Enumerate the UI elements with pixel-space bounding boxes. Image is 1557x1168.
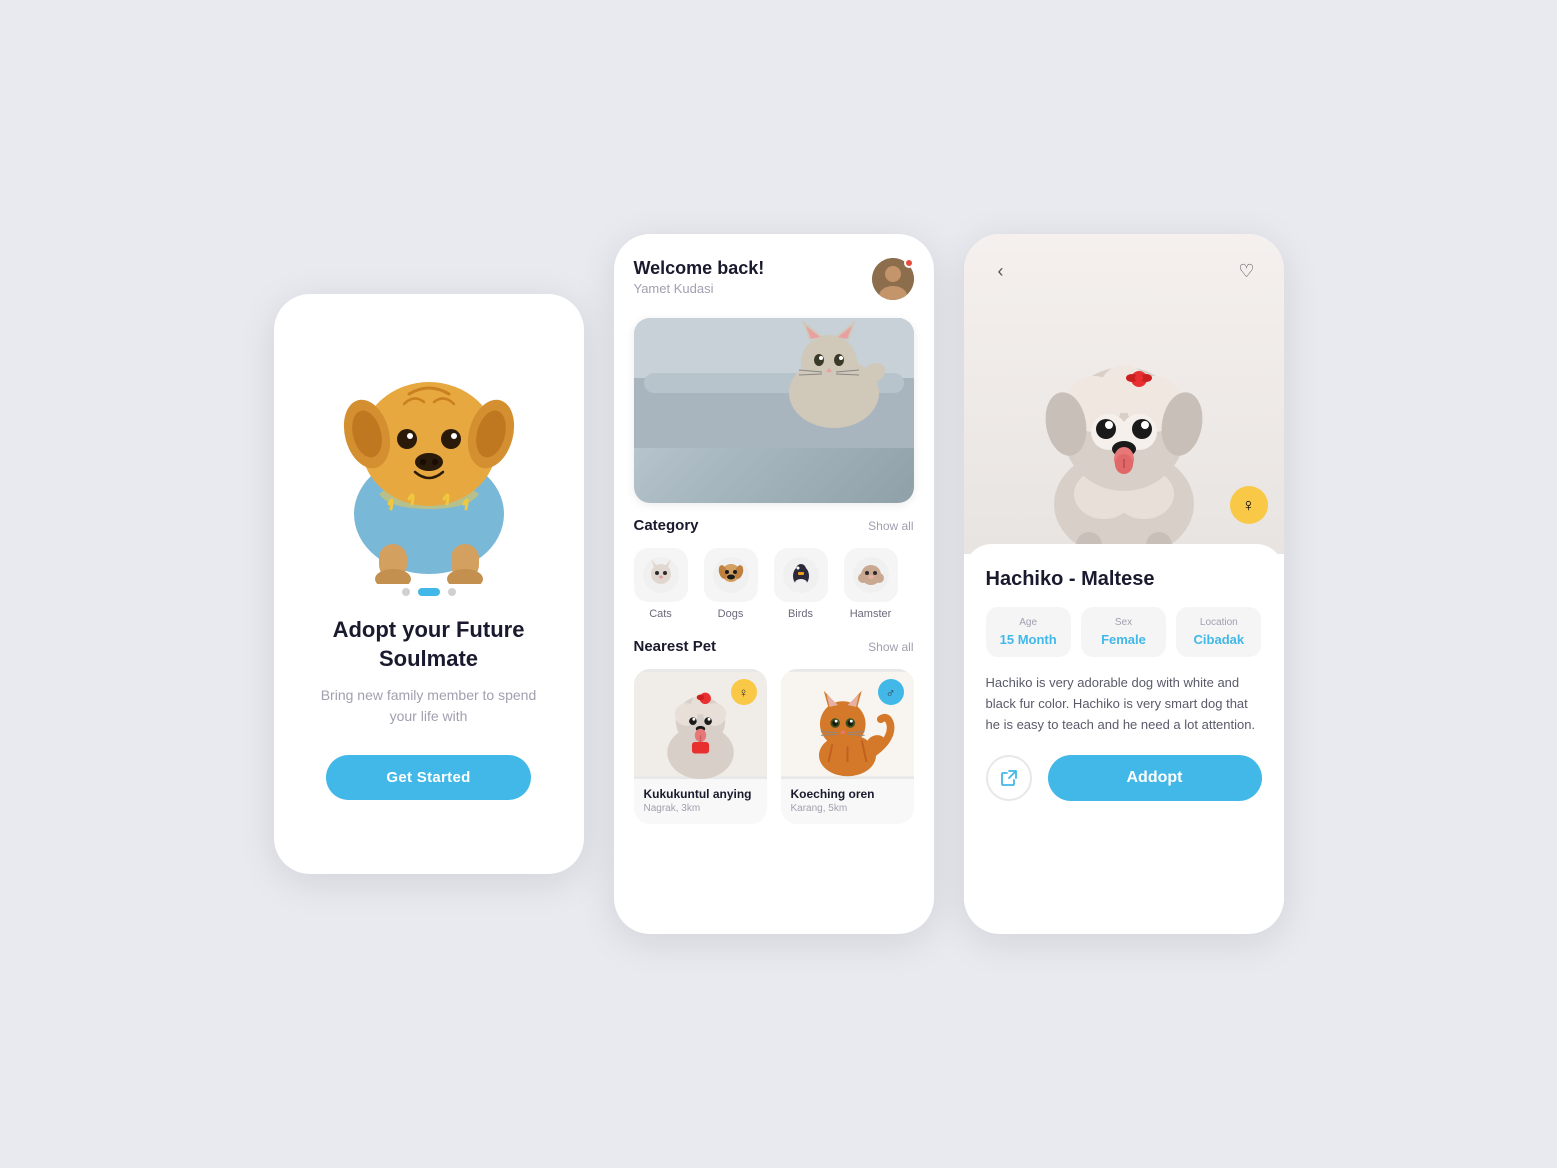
onboard-subtitle: Bring new family member to spend your li… (274, 685, 584, 727)
detail-description: Hachiko is very adorable dog with white … (986, 673, 1262, 735)
female-badge-detail: ♀ (1230, 486, 1268, 524)
location-value: Cibadak (1184, 632, 1253, 647)
category-show-all[interactable]: Show all (868, 519, 913, 533)
nearest-pet-1-location: Nagrak, 3km (644, 803, 757, 814)
category-birds[interactable]: Birds (774, 548, 828, 620)
stat-location: Location Cibadak (1176, 607, 1261, 657)
nearest-pet-1-image: ♀ (634, 669, 767, 779)
detail-stats-row: Age 15 Month Sex Female Location Cibadak (986, 607, 1262, 657)
favorite-button[interactable]: ♡ (1230, 254, 1264, 288)
detail-hero: ‹ ♡ (964, 234, 1284, 554)
nearest-title: Nearest Pet (634, 638, 717, 655)
nearest-pet-2[interactable]: ♂ Koeching oren Karang, 5km (781, 669, 914, 824)
cats-icon (634, 548, 688, 602)
gender-badge-male: ♂ (878, 679, 904, 705)
home-header: Welcome back! Yamet Kudasi (634, 258, 914, 300)
detail-actions: Addopt (986, 755, 1262, 801)
nearest-pet-2-location: Karang, 5km (791, 803, 904, 814)
birds-icon (774, 548, 828, 602)
user-name: Yamet Kudasi (634, 281, 765, 296)
share-button[interactable] (986, 755, 1032, 801)
nearest-pet-2-name: Koeching oren (791, 787, 904, 801)
screen-onboard: Adopt your Future Soulmate Bring new fam… (274, 294, 584, 874)
user-avatar[interactable] (872, 258, 914, 300)
nearest-pet-2-info: Koeching oren Karang, 5km (781, 779, 914, 824)
nearest-grid: ♀ Kukukuntul anying Nagrak, 3km (634, 669, 914, 824)
dot-3 (448, 588, 456, 596)
onboard-title: Adopt your Future Soulmate (274, 616, 584, 673)
sex-label: Sex (1089, 617, 1158, 628)
hamster-label: Hamster (850, 608, 892, 620)
featured-image (634, 318, 914, 503)
cats-label: Cats (649, 608, 672, 620)
detail-body: Hachiko - Maltese Age 15 Month Sex Femal… (964, 544, 1284, 934)
pagination-dots (402, 588, 456, 596)
screen-detail: ‹ ♡ (964, 234, 1284, 934)
dot-1 (402, 588, 410, 596)
stat-sex: Sex Female (1081, 607, 1166, 657)
get-started-button[interactable]: Get Started (326, 755, 530, 800)
nearest-pet-1-name: Kukukuntul anying (644, 787, 757, 801)
nearest-show-all[interactable]: Show all (868, 640, 913, 654)
category-row: Cats Dogs (634, 548, 914, 620)
stat-age: Age 15 Month (986, 607, 1071, 657)
category-dogs[interactable]: Dogs (704, 548, 758, 620)
nearest-section-header: Nearest Pet Show all (634, 638, 914, 655)
dogs-icon (704, 548, 758, 602)
gender-badge-female: ♀ (731, 679, 757, 705)
greeting-text: Welcome back! (634, 258, 765, 279)
back-button[interactable]: ‹ (984, 254, 1018, 288)
category-section-header: Category Show all (634, 517, 914, 534)
category-hamster[interactable]: Hamster (844, 548, 898, 620)
screen-home: Welcome back! Yamet Kudasi (614, 234, 934, 934)
detail-pet-name: Hachiko - Maltese (986, 568, 1262, 591)
age-value: 15 Month (994, 632, 1063, 647)
dot-2-active (418, 588, 440, 596)
dogs-label: Dogs (718, 608, 744, 620)
location-label: Location (1184, 617, 1253, 628)
nearest-pet-2-image: ♂ (781, 669, 914, 779)
category-cats[interactable]: Cats (634, 548, 688, 620)
hamster-icon (844, 548, 898, 602)
birds-label: Birds (788, 608, 813, 620)
screens-container: Adopt your Future Soulmate Bring new fam… (274, 234, 1284, 934)
nearest-pet-1[interactable]: ♀ Kukukuntul anying Nagrak, 3km (634, 669, 767, 824)
notification-dot (904, 258, 914, 268)
age-label: Age (994, 617, 1063, 628)
greeting-block: Welcome back! Yamet Kudasi (634, 258, 765, 296)
category-title: Category (634, 517, 699, 534)
adopt-button[interactable]: Addopt (1048, 755, 1262, 801)
detail-nav: ‹ ♡ (964, 254, 1284, 288)
sex-value: Female (1089, 632, 1158, 647)
dog-image-area (299, 294, 559, 584)
nearest-pet-1-info: Kukukuntul anying Nagrak, 3km (634, 779, 767, 824)
featured-card[interactable]: Ucing Reuwas Cat always aware when unfam… (634, 318, 914, 503)
